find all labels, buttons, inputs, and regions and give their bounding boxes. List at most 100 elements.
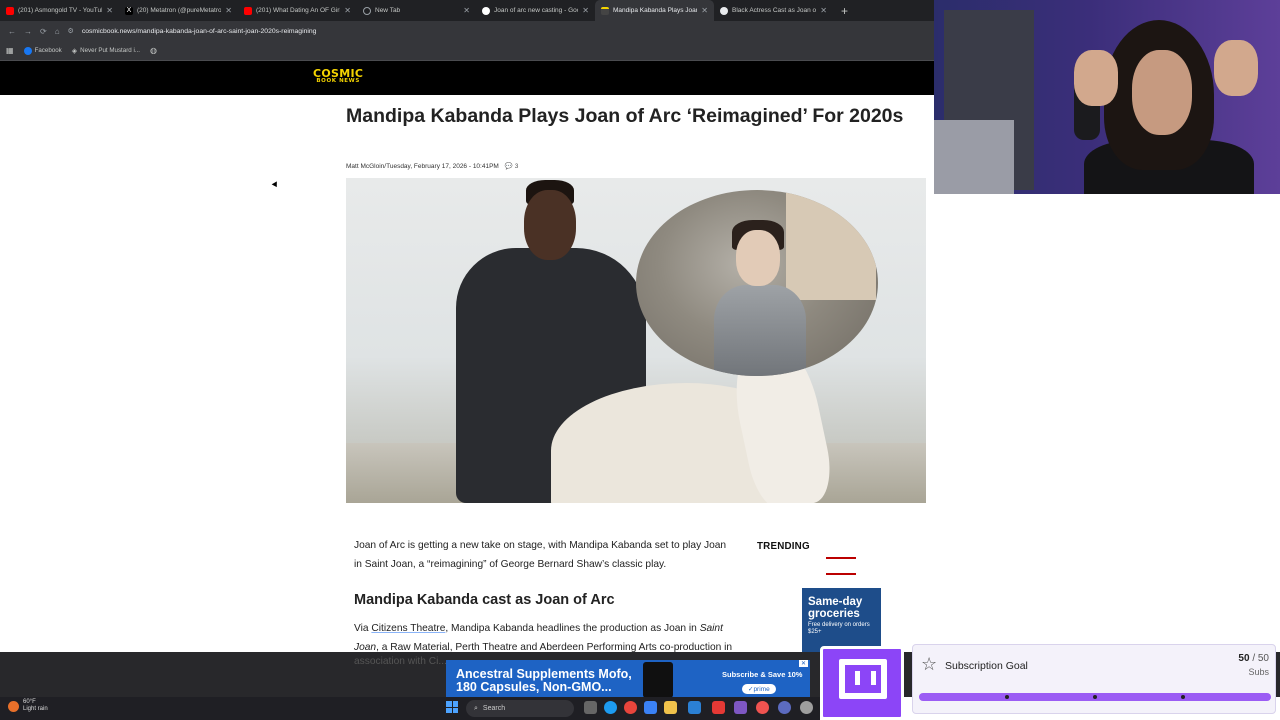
- globe-icon[interactable]: ◍: [150, 46, 157, 55]
- browser-tab[interactable]: Joan of arc new casting - Goog ✕: [476, 0, 595, 21]
- back-icon[interactable]: ←: [8, 27, 16, 36]
- new-tab-button[interactable]: +: [833, 4, 856, 18]
- browser-tab-bar: (201) Asmongold TV - YouTube ✕ X (20) Meta…: [0, 0, 934, 21]
- youtube-app-icon[interactable]: [712, 701, 725, 714]
- browser-tab-active[interactable]: Mandipa Kabanda Plays Joan o ✕: [595, 0, 714, 21]
- article-author[interactable]: Matt McGloin/Tuesday, February 17, 2026 …: [346, 163, 499, 170]
- article-date: Tuesday, February 17, 2026 - 10:41PM: [386, 162, 499, 170]
- discord-icon[interactable]: [734, 701, 747, 714]
- weather-condition: Light rain: [23, 706, 48, 712]
- app-icon[interactable]: [644, 701, 657, 714]
- bookmarks-bar: ▦ Facebook ◈ Never Put Mustard i... ◍: [0, 41, 934, 61]
- bookmark-facebook[interactable]: Facebook: [23, 46, 62, 55]
- windows-start-icon[interactable]: [446, 701, 458, 713]
- close-tab-icon[interactable]: ✕: [225, 6, 232, 15]
- reload-icon[interactable]: ⟳: [40, 27, 47, 36]
- prime-badge: ✓prime: [742, 684, 776, 694]
- close-tab-icon[interactable]: ✕: [463, 6, 470, 15]
- webcam-background-monitor: [934, 120, 1014, 194]
- streamer-hand-right: [1214, 40, 1258, 96]
- comment-count: 3: [514, 163, 519, 170]
- youtube-icon: [6, 6, 14, 15]
- facebook-icon: [23, 46, 32, 55]
- obs-icon[interactable]: [756, 701, 769, 714]
- mouse-cursor-icon: [271, 181, 280, 189]
- site-icon: [601, 6, 609, 15]
- home-icon[interactable]: ⌂: [55, 27, 60, 36]
- close-tab-icon[interactable]: ✕: [701, 6, 708, 15]
- browser-tab[interactable]: X (20) Metatron (@pureMetatron ✕: [119, 0, 238, 21]
- tab-title: Joan of arc new casting - Goog: [494, 7, 579, 14]
- x-icon: X: [125, 6, 133, 15]
- tab-title: (20) Metatron (@pureMetatron: [137, 7, 222, 14]
- sidebar-ad[interactable]: Same-day groceries Free delivery on orde…: [802, 588, 881, 652]
- portrait-face: [736, 230, 780, 286]
- site-logo[interactable]: COSMIC BOOK NEWS: [313, 68, 363, 85]
- forward-icon[interactable]: →: [24, 27, 32, 36]
- site-header: COSMIC BOOK NEWS: [0, 61, 934, 95]
- windows-taskbar: 60°F Light rain ⌕ Search: [0, 697, 820, 720]
- progress-marker: [1093, 695, 1097, 699]
- article-cutoff-text: association with Ci...: [354, 656, 447, 667]
- subscription-goal-widget: ☆ Subscription Goal 50 / 50 Subs: [912, 644, 1276, 714]
- article-byline: Matt McGloin/Tuesday, February 17, 2026 …: [346, 162, 519, 171]
- address-bar: ← → ⟳ ⌂ ⚙ cosmicbook.news/mandipa-kaband…: [0, 21, 934, 41]
- site-info-icon[interactable]: ⚙: [68, 27, 74, 35]
- tab-title: Black Actress Cast as Joan of Ar: [732, 7, 817, 14]
- ad-close-icon[interactable]: ✕: [798, 660, 808, 667]
- chrome-icon[interactable]: [624, 701, 637, 714]
- streamer-face: [1132, 50, 1192, 135]
- app-icon[interactable]: [778, 701, 791, 714]
- browser-tab[interactable]: (201) Asmongold TV - YouTube ✕: [0, 0, 119, 21]
- sub-goal-count: 50 / 50: [1238, 653, 1269, 664]
- tab-title: (201) What Dating An OF Girl Is: [256, 7, 341, 14]
- browser-tab[interactable]: New Tab ✕: [357, 0, 476, 21]
- close-tab-icon[interactable]: ✕: [582, 6, 589, 15]
- para2-mid: , Mandipa Kabanda headlines the producti…: [445, 623, 700, 634]
- ad-cta: Subscribe & Save 10%: [722, 670, 803, 679]
- citizens-theatre-link[interactable]: Citizens Theatre: [371, 623, 445, 634]
- sidebar-ad-headline: Same-day groceries: [808, 596, 863, 620]
- ad-product-image: [643, 662, 673, 698]
- weather-temp: 60°F: [23, 699, 36, 705]
- trending-heading: TRENDING: [757, 541, 810, 552]
- portrait-armor: [714, 285, 806, 376]
- link-icon: ◈: [71, 47, 78, 55]
- task-view-icon[interactable]: [584, 701, 597, 714]
- weather-text: 60°F Light rain: [23, 699, 48, 713]
- close-tab-icon[interactable]: ✕: [820, 6, 827, 15]
- globe-icon: [363, 6, 371, 15]
- article-title: Mandipa Kabanda Plays Joan of Arc ‘Reima…: [346, 105, 904, 127]
- bottom-ad-banner[interactable]: Ancestral Supplements Mofo, 180 Capsules,…: [446, 660, 810, 698]
- google-icon: [482, 6, 490, 15]
- ad-line1: Ancestral Supplements Mofo,: [456, 667, 632, 681]
- sidebar-ad-text: Free delivery on orders $25+: [808, 622, 870, 635]
- browser-tab[interactable]: Black Actress Cast as Joan of Ar✕: [714, 0, 833, 21]
- weather-widget[interactable]: 60°F Light rain: [8, 699, 48, 713]
- bookmark-label: Facebook: [34, 47, 62, 54]
- comment-icon: 💬: [504, 163, 513, 170]
- trending-divider: [826, 557, 856, 559]
- file-explorer-icon[interactable]: [664, 701, 677, 714]
- site-icon: [720, 6, 728, 15]
- tab-title: Mandipa Kabanda Plays Joan o: [613, 7, 698, 14]
- bookmark-mustard[interactable]: ◈ Never Put Mustard i...: [72, 47, 140, 55]
- edge-icon[interactable]: [604, 701, 617, 714]
- sub-goal-total: / 50: [1252, 653, 1269, 664]
- browser-tab[interactable]: (201) What Dating An OF Girl Is ✕: [238, 0, 357, 21]
- article-paragraph-1: Joan of Arc is getting a new take on sta…: [354, 540, 727, 570]
- taskbar-search[interactable]: ⌕ Search: [466, 700, 574, 717]
- close-tab-icon[interactable]: ✕: [106, 6, 113, 15]
- settings-icon[interactable]: [800, 701, 813, 714]
- sub-goal-unit: Subs: [1248, 667, 1269, 677]
- hero-figure-head: [524, 190, 576, 260]
- url-text[interactable]: cosmicbook.news/mandipa-kabanda-joan-of-…: [82, 28, 317, 35]
- apps-icon[interactable]: ▦: [6, 46, 14, 55]
- comments-link[interactable]: 💬 3: [505, 162, 519, 170]
- hero-inset-portrait: [636, 190, 878, 376]
- close-tab-icon[interactable]: ✕: [344, 6, 351, 15]
- trending-divider: [826, 573, 856, 575]
- store-icon[interactable]: [688, 701, 701, 714]
- sub-goal-label: Subscription Goal: [945, 660, 1028, 672]
- tab-title: (201) Asmongold TV - YouTube: [18, 7, 103, 14]
